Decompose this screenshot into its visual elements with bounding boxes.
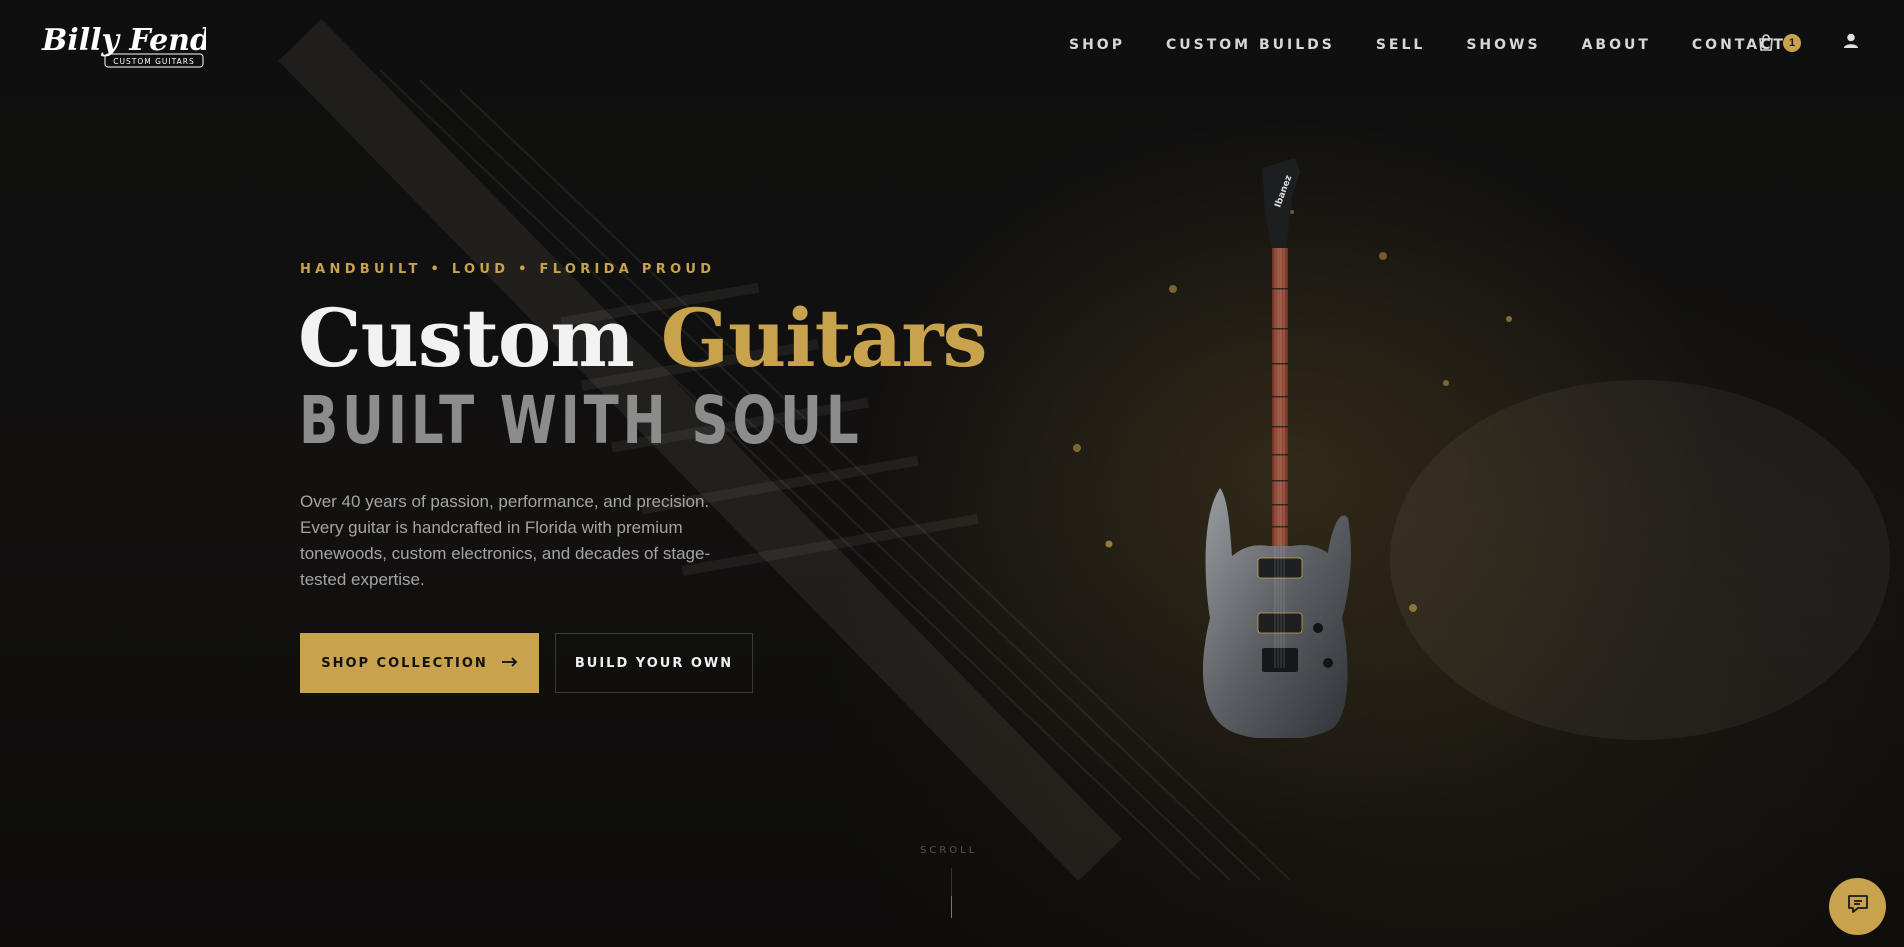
chat-button[interactable]	[1829, 878, 1886, 935]
arrow-right-icon	[501, 656, 518, 671]
cart-count-badge: 1	[1783, 34, 1801, 52]
hero-background	[0, 0, 1904, 947]
build-your-own-button[interactable]: BUILD YOUR OWN	[555, 633, 753, 693]
user-icon[interactable]	[1842, 32, 1860, 50]
brand-logo[interactable]: Billy Fender CUSTOM GUITARS	[40, 16, 248, 72]
shop-collection-label: SHOP COLLECTION	[321, 655, 488, 671]
main-nav: SHOP CUSTOM BUILDS SELL SHOWS ABOUT CONT…	[1069, 36, 1827, 54]
guitar-image: Ibanez	[1180, 158, 1380, 741]
hero-title: Custom Guitars	[298, 291, 988, 385]
nav-shows[interactable]: SHOWS	[1466, 36, 1540, 54]
nav-shop[interactable]: SHOP	[1069, 36, 1125, 54]
scroll-label: SCROLL	[920, 845, 978, 856]
hero-description: Over 40 years of passion, performance, a…	[300, 492, 711, 589]
chat-icon	[1846, 893, 1870, 920]
hero-subtitle: BUILT WITH SOUL	[299, 382, 863, 459]
shop-collection-button[interactable]: SHOP COLLECTION	[300, 633, 539, 693]
hero-title-white: Custom	[298, 291, 635, 385]
hero-title-gold: Guitars	[660, 291, 988, 385]
nav-about[interactable]: ABOUT	[1582, 36, 1651, 54]
svg-text:Billy Fender: Billy Fender	[41, 23, 206, 58]
svg-text:CUSTOM GUITARS: CUSTOM GUITARS	[113, 57, 194, 66]
nav-sell[interactable]: SELL	[1376, 36, 1426, 54]
nav-custom-builds[interactable]: CUSTOM BUILDS	[1166, 36, 1335, 54]
hero-eyebrow: HANDBUILT • LOUD • FLORIDA PROUD	[300, 262, 716, 277]
cart-icon[interactable]	[1756, 33, 1776, 53]
scroll-indicator[interactable]	[951, 868, 952, 918]
